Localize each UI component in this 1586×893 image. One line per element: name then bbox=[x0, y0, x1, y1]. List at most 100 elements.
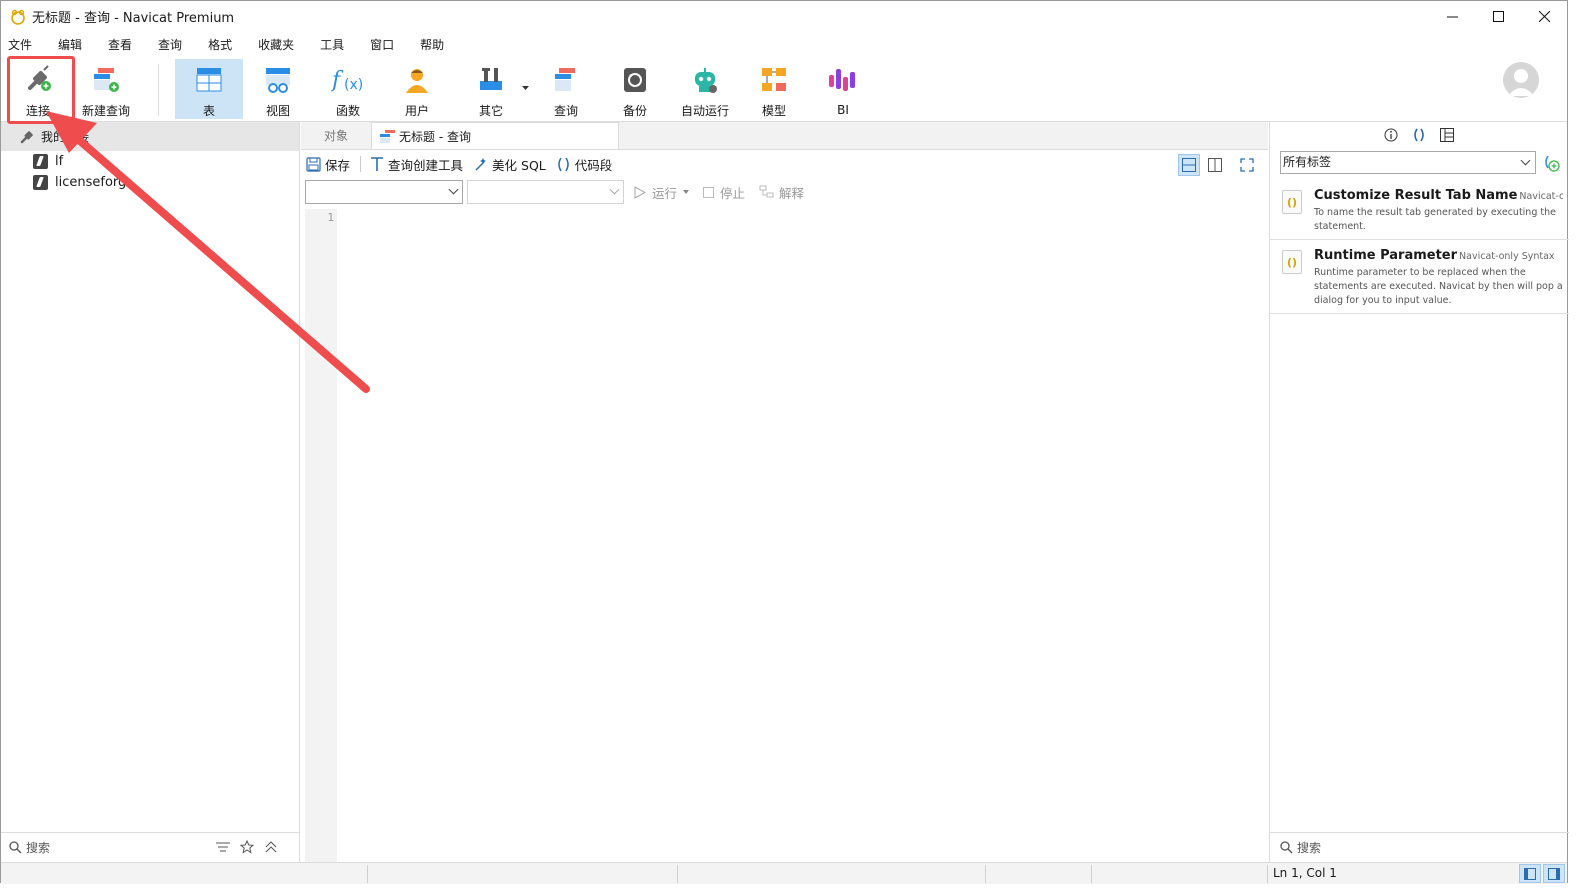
other-button[interactable]: 其它 bbox=[458, 59, 524, 119]
connection-icon bbox=[33, 154, 48, 169]
panel-toggle-buttons bbox=[1519, 864, 1565, 883]
database-select[interactable] bbox=[467, 180, 624, 204]
columns-icon[interactable] bbox=[1440, 128, 1454, 142]
my-connections-header[interactable]: 我的连接 bbox=[1, 122, 299, 151]
main-toolbar: 连接 新建查询 表 视图 f (x) 函数 用户 其它 查询 备份 自动运行 模… bbox=[1, 56, 1567, 122]
connection-item-licenseforg[interactable]: licenseforg bbox=[1, 172, 299, 193]
toolbar-separator bbox=[158, 64, 159, 116]
connection-select[interactable] bbox=[305, 180, 463, 204]
table-icon bbox=[192, 63, 226, 96]
bi-icon bbox=[826, 63, 860, 97]
info-icon[interactable] bbox=[1384, 128, 1398, 142]
new-query-button[interactable]: 新建查询 bbox=[73, 59, 139, 119]
user-button[interactable]: 用户 bbox=[384, 59, 450, 119]
backup-icon bbox=[618, 63, 652, 96]
connection-item-lf[interactable]: lf bbox=[1, 151, 299, 172]
maximize-icon bbox=[1492, 11, 1504, 22]
snippet-search-placeholder: 搜索 bbox=[1297, 841, 1322, 855]
right-panel-icon bbox=[1548, 867, 1560, 880]
backup-button[interactable]: 备份 bbox=[602, 59, 668, 119]
menu-edit[interactable]: 编辑 bbox=[58, 36, 82, 53]
svg-text:(x): (x) bbox=[344, 77, 363, 93]
collapse-icon[interactable] bbox=[264, 840, 278, 854]
query-button[interactable]: 查询 bbox=[533, 59, 599, 119]
menu-file[interactable]: 文件 bbox=[8, 36, 32, 53]
query-builder-button[interactable]: 查询创建工具 bbox=[370, 155, 463, 174]
query-label: 查询 bbox=[553, 104, 578, 118]
snippet-name: Runtime Parameter bbox=[1314, 248, 1458, 263]
query-toolbar: 保存 查询创建工具 美化 SQL 代码段 bbox=[301, 150, 1268, 178]
status-separator bbox=[367, 865, 368, 883]
line-number-gutter: 1 bbox=[305, 209, 337, 862]
function-icon: f (x) bbox=[331, 63, 365, 96]
model-button[interactable]: 模型 bbox=[741, 59, 807, 119]
menu-help[interactable]: 帮助 bbox=[420, 36, 444, 53]
window-title: 无标题 - 查询 - Navicat Premium bbox=[32, 11, 235, 26]
menu-query[interactable]: 查询 bbox=[158, 36, 182, 53]
table-label: 表 bbox=[202, 104, 215, 118]
fullscreen-button[interactable] bbox=[1236, 154, 1258, 176]
model-label: 模型 bbox=[761, 104, 786, 118]
add-snippet-icon[interactable] bbox=[1542, 154, 1560, 172]
tab-untitled-query[interactable]: 无标题 - 查询 bbox=[371, 122, 619, 149]
menu-window[interactable]: 窗口 bbox=[370, 36, 394, 53]
maximize-button[interactable] bbox=[1475, 1, 1521, 32]
function-button[interactable]: f (x) 函数 bbox=[315, 59, 381, 119]
stop-button[interactable]: 停止 bbox=[703, 183, 745, 202]
toggle-left-panel-button[interactable] bbox=[1519, 864, 1541, 883]
connect-button[interactable]: 连接 bbox=[5, 59, 71, 119]
snippet-search[interactable]: 搜索 bbox=[1270, 832, 1569, 862]
tab-untitled-query-label: 无标题 - 查询 bbox=[399, 129, 471, 144]
save-button[interactable]: 保存 bbox=[306, 155, 350, 174]
code-snippet-button[interactable]: 代码段 bbox=[556, 155, 612, 174]
stop-icon bbox=[703, 186, 715, 198]
minimize-button[interactable] bbox=[1429, 1, 1475, 32]
snippet-brackets-icon[interactable] bbox=[1412, 128, 1426, 142]
query-editor-area: 对象 无标题 - 查询 保存 查询创建工具 美化 SQL 代码段 运行 停止 解… bbox=[301, 122, 1268, 862]
close-button[interactable] bbox=[1521, 1, 1567, 32]
filter-icon[interactable] bbox=[216, 840, 230, 854]
snippet-description: To name the result tab generated by exec… bbox=[1314, 207, 1556, 232]
run-button[interactable]: 运行 bbox=[634, 183, 690, 202]
status-separator bbox=[677, 865, 678, 883]
status-separator bbox=[1267, 865, 1268, 883]
sql-editor[interactable]: 1 bbox=[305, 209, 1268, 862]
tools-icon bbox=[474, 63, 508, 96]
bi-label: BI bbox=[837, 103, 849, 117]
beautify-sql-button[interactable]: 美化 SQL bbox=[473, 155, 546, 174]
automation-label: 自动运行 bbox=[680, 104, 729, 118]
snippet-description: Runtime parameter to be replaced when th… bbox=[1314, 267, 1563, 306]
menu-tools[interactable]: 工具 bbox=[320, 36, 344, 53]
chevron-down-icon[interactable] bbox=[522, 86, 529, 91]
split-horizontal-button[interactable] bbox=[1178, 154, 1200, 176]
snippet-item[interactable]: () Customize Result Tab NameNavicat-only… bbox=[1270, 180, 1569, 240]
avatar[interactable] bbox=[1503, 62, 1539, 98]
snippet-tag: Navicat-only S bbox=[1519, 191, 1563, 202]
status-separator bbox=[1091, 865, 1092, 883]
tab-objects[interactable]: 对象 bbox=[301, 122, 371, 149]
menu-format[interactable]: 格式 bbox=[208, 36, 232, 53]
table-button[interactable]: 表 bbox=[175, 59, 243, 119]
snippet-item[interactable]: () Runtime Parameter Navicat-only Syntax … bbox=[1270, 240, 1569, 314]
my-connections-label: 我的连接 bbox=[41, 130, 90, 144]
bi-button[interactable]: BI bbox=[810, 59, 876, 119]
split-vertical-button[interactable] bbox=[1204, 154, 1226, 176]
query-builder-icon bbox=[371, 156, 384, 171]
star-icon[interactable] bbox=[240, 840, 254, 854]
tag-select[interactable]: 所有标签 bbox=[1280, 151, 1536, 174]
explain-button[interactable]: 解释 bbox=[759, 183, 804, 202]
new-query-label: 新建查询 bbox=[81, 104, 130, 118]
user-avatar-icon bbox=[1508, 69, 1534, 96]
toggle-right-panel-button[interactable] bbox=[1543, 864, 1565, 883]
sidebar-search[interactable]: 搜索 bbox=[1, 832, 300, 862]
tab-bar: 对象 无标题 - 查询 bbox=[301, 122, 1268, 150]
menu-favorites[interactable]: 收藏夹 bbox=[258, 36, 294, 53]
view-button[interactable]: 视图 bbox=[245, 59, 311, 119]
navicat-logo-icon bbox=[11, 9, 25, 25]
automation-button[interactable]: 自动运行 bbox=[672, 59, 738, 119]
expand-icon bbox=[1240, 158, 1254, 172]
snippet-title: Runtime Parameter Navicat-only Syntax bbox=[1314, 248, 1563, 263]
menu-view[interactable]: 查看 bbox=[108, 36, 132, 53]
new-query-icon bbox=[89, 63, 123, 96]
split-horizontal-icon bbox=[1182, 158, 1196, 172]
